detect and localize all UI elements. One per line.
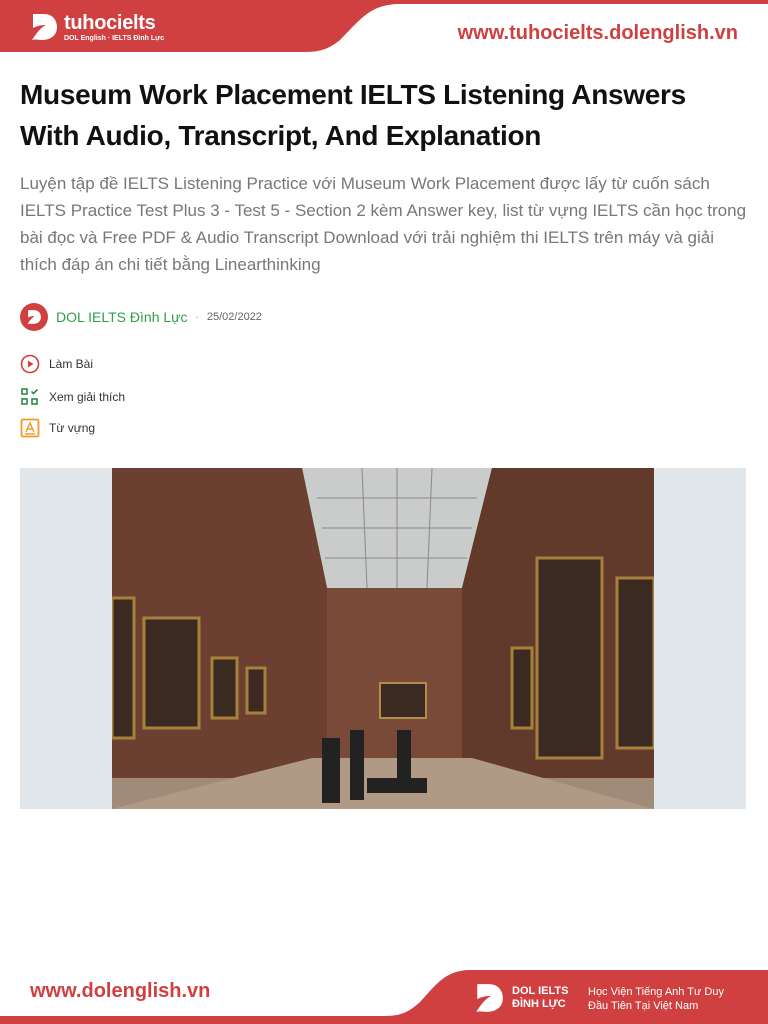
dol-logo-icon: [32, 14, 57, 40]
author-name[interactable]: DOL IELTS Đình Lực: [56, 309, 188, 325]
dol-logo-icon: [27, 310, 41, 324]
avatar[interactable]: [20, 303, 48, 331]
tagline-line1: Học Viện Tiếng Anh Tư Duy: [588, 986, 724, 998]
logo-name: tuhocielts: [64, 11, 156, 34]
article-image-frame: [20, 468, 746, 809]
action-tu-vung[interactable]: Từ vựng: [20, 418, 95, 438]
publish-date: 25/02/2022: [206, 311, 262, 323]
footer-brand-line2: ĐÌNH LỰC: [512, 998, 566, 1010]
tagline-line2: Đầu Tiên Tại Việt Nam: [588, 1000, 699, 1012]
footer-tagline: Học Viện Tiếng Anh Tư Duy Đầu Tiên Tại V…: [588, 985, 724, 1013]
action-label: Làm Bài: [49, 357, 94, 371]
play-circle-icon: [20, 354, 40, 374]
footer-brand-line1: DOL IELTS: [512, 985, 569, 997]
vocabulary-icon: [20, 418, 40, 438]
action-label: Từ vựng: [49, 421, 96, 435]
author-row: DOL IELTS Đình Lực · 25/02/2022: [20, 303, 262, 331]
museum-gallery-image: [112, 468, 654, 809]
page-title: Museum Work Placement IELTS Listening An…: [20, 79, 686, 151]
footer-logo[interactable]: DOL IELTS ĐÌNH LỰC: [474, 982, 568, 1014]
header-logo[interactable]: tuhocielts DOL English · IELTS Đình Lực: [30, 12, 164, 42]
action-lam-bai[interactable]: Làm Bài: [20, 354, 93, 374]
separator: ·: [195, 311, 199, 323]
checklist-icon: [21, 388, 39, 405]
article-description: Luyện tập đề IELTS Listening Practice vớ…: [20, 174, 747, 274]
action-xem-giai-thich[interactable]: Xem giải thích: [20, 387, 125, 407]
action-label: Xem giải thích: [49, 390, 126, 404]
site-url-link[interactable]: www.tuhocielts.dolenglish.vn: [458, 22, 738, 45]
dol-logo-icon: [476, 984, 503, 1012]
footer-url-link[interactable]: www.dolenglish.vn: [30, 980, 210, 1003]
logo-subtitle: DOL English · IELTS Đình Lực: [64, 34, 165, 42]
